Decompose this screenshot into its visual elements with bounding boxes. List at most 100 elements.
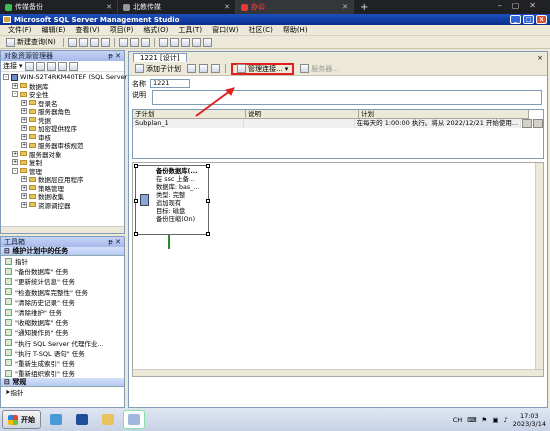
menu-community[interactable]: 社区(C) [243, 25, 277, 35]
collapse-icon[interactable]: - [12, 167, 18, 174]
menu-edit[interactable]: 编辑(E) [37, 25, 71, 35]
vertical-scrollbar[interactable] [535, 163, 543, 376]
expand-icon[interactable]: + [12, 159, 18, 166]
column-header-schedule[interactable]: 计划 [359, 110, 529, 119]
new-query-button[interactable]: 新建查询(N) [3, 37, 59, 47]
schedule-edit-icon[interactable] [522, 119, 533, 128]
properties-icon[interactable] [169, 37, 179, 47]
toolbox-item[interactable]: "执行 SQL Server 代理作业... [1, 338, 124, 348]
tree-node[interactable]: + 复制 [1, 158, 124, 167]
network-icon[interactable]: ▣ [492, 416, 498, 424]
backup-database-task[interactable]: 备份数据库(... 在 ssc 上备... 数据库: bas_... 类型: 完整 追加… [134, 164, 210, 236]
open-file-icon[interactable] [118, 37, 128, 47]
delete-icon[interactable] [187, 64, 196, 73]
stop-icon[interactable] [46, 61, 56, 71]
toolbox-item[interactable]: "清除维护" 任务 [1, 307, 124, 317]
menu-help[interactable]: 帮助(H) [278, 25, 313, 35]
expand-icon[interactable]: + [21, 125, 27, 132]
expand-icon[interactable]: + [21, 201, 27, 208]
toolbox-item[interactable]: "执行 T-SQL 语句" 任务 [1, 348, 124, 358]
filter-icon[interactable] [57, 61, 67, 71]
new-tab-button[interactable]: + [360, 2, 368, 13]
query-icon[interactable] [78, 37, 88, 47]
disconnect-icon[interactable] [35, 61, 45, 71]
tree-node[interactable]: + 资源调控器 [1, 201, 124, 210]
object-explorer-icon[interactable] [180, 37, 190, 47]
expand-icon[interactable]: + [21, 176, 27, 183]
menu-view[interactable]: 查看(V) [70, 25, 104, 35]
close-icon[interactable]: ✕ [342, 3, 348, 11]
keyboard-icon[interactable]: ⌨ [467, 416, 476, 424]
subplan-description-cell[interactable] [243, 119, 355, 128]
close-icon[interactable]: ✕ [224, 3, 230, 11]
browser-tab-1[interactable]: 传媒备份 ✕ [0, 0, 118, 14]
expand-icon[interactable]: + [21, 133, 27, 140]
toolbox-item[interactable]: "通知操作员" 任务 [1, 327, 124, 337]
close-icon[interactable]: × [537, 54, 543, 62]
pin-icon[interactable]: ᵽ ✕ [108, 237, 121, 247]
subplan-name-cell[interactable]: Subplan_1 [133, 119, 244, 128]
flag-icon[interactable]: ⚑ [482, 416, 488, 424]
horizontal-scrollbar[interactable] [1, 226, 124, 233]
connect-button[interactable]: 连接 [3, 61, 17, 71]
toolbox-item[interactable]: "重新组织索引" 任务 [1, 368, 124, 378]
save-icon[interactable] [129, 37, 139, 47]
query-icon[interactable] [67, 37, 77, 47]
clock[interactable]: 17:03 2023/3/14 [513, 412, 546, 428]
toolbox-item[interactable]: "清除历史记录" 任务 [1, 297, 124, 307]
tree-node[interactable]: + 服务器审核规范 [1, 141, 124, 150]
close-window-button[interactable]: x [536, 15, 547, 24]
toolbox-item[interactable]: "检查数据库完整性" 任务 [1, 287, 124, 297]
maximize-button[interactable]: □ [523, 15, 534, 24]
horizontal-scrollbar[interactable] [133, 369, 543, 376]
description-field[interactable] [152, 90, 542, 105]
resize-handle[interactable] [134, 232, 138, 236]
expand-icon[interactable]: + [12, 82, 18, 89]
plan-name-field[interactable]: 1221 [150, 79, 190, 88]
expand-icon[interactable]: + [21, 193, 27, 200]
connect-icon[interactable] [24, 61, 34, 71]
toolbox-item[interactable]: "备份数据库" 任务 [1, 266, 124, 276]
menu-file[interactable]: 文件(F) [3, 25, 37, 35]
resize-handle[interactable] [206, 164, 210, 168]
tree-node[interactable]: + 服务器对象 [1, 150, 124, 159]
query-icon[interactable] [100, 37, 110, 47]
column-header-subplan[interactable]: 子计划 [133, 110, 246, 119]
expand-icon[interactable]: + [21, 99, 27, 106]
tree-node[interactable]: + 加密提供程序 [1, 124, 124, 133]
collapse-icon[interactable]: - [3, 74, 9, 81]
design-surface[interactable]: 备份数据库(... 在 ssc 上备... 数据库: bas_... 类型: 完整 追加… [132, 162, 544, 377]
tree-node-server[interactable]: - WIN-S2T4RKM40TEF (SQL Server 1 [1, 73, 133, 82]
add-subplan-button[interactable]: 添加子计划 [132, 64, 184, 74]
template-explorer-icon[interactable] [191, 37, 201, 47]
taskbar-app-explorer[interactable] [45, 410, 67, 429]
taskbar-app-ssms[interactable] [123, 410, 145, 429]
table-row[interactable]: Subplan_1 在每天的 1:00:00 执行。将从 2022/12/21 … [133, 119, 543, 128]
toolbox-item-pointer[interactable]: ➤ 指针 [1, 387, 124, 397]
toolbox-item[interactable]: "更新统计信息" 任务 [1, 276, 124, 286]
toolbox-item[interactable]: "重新生成索引" 任务 [1, 358, 124, 368]
schedule-remove-icon[interactable] [533, 119, 543, 128]
tree-node[interactable]: + 服务器角色 [1, 107, 124, 116]
expand-icon[interactable]: + [21, 108, 27, 115]
precedence-connector[interactable] [168, 235, 170, 249]
refresh-icon[interactable] [68, 61, 78, 71]
tree-node[interactable]: - 安全性 [1, 90, 124, 99]
volume-icon[interactable]: ♪ [504, 416, 508, 424]
toolbox-group-maintenance[interactable]: ⊟ 维护计划中的任务 [1, 247, 124, 256]
servers-button[interactable]: 服务器... [297, 64, 342, 74]
tree-node[interactable]: + 数据库 [1, 82, 124, 91]
subplan-schedule-cell[interactable]: 在每天的 1:00:00 执行。将从 2022/12/21 开始使用... [354, 119, 522, 128]
activity-monitor-icon[interactable] [158, 37, 168, 47]
pin-icon[interactable]: ᵽ ✕ [108, 51, 121, 61]
resize-handle[interactable] [134, 199, 138, 203]
input-language-indicator[interactable]: CH [453, 416, 462, 424]
menu-window[interactable]: 窗口(W) [207, 25, 243, 35]
toolbox-group-general[interactable]: ⊟ 常规 [1, 378, 124, 388]
browser-tab-2[interactable]: 北教传媒 ✕ [118, 0, 236, 14]
query-icon[interactable] [89, 37, 99, 47]
start-button[interactable]: 开始 [2, 410, 41, 429]
expand-icon[interactable]: + [12, 150, 18, 157]
close-icon[interactable]: ✕ [106, 3, 112, 11]
resize-handle[interactable] [134, 164, 138, 168]
